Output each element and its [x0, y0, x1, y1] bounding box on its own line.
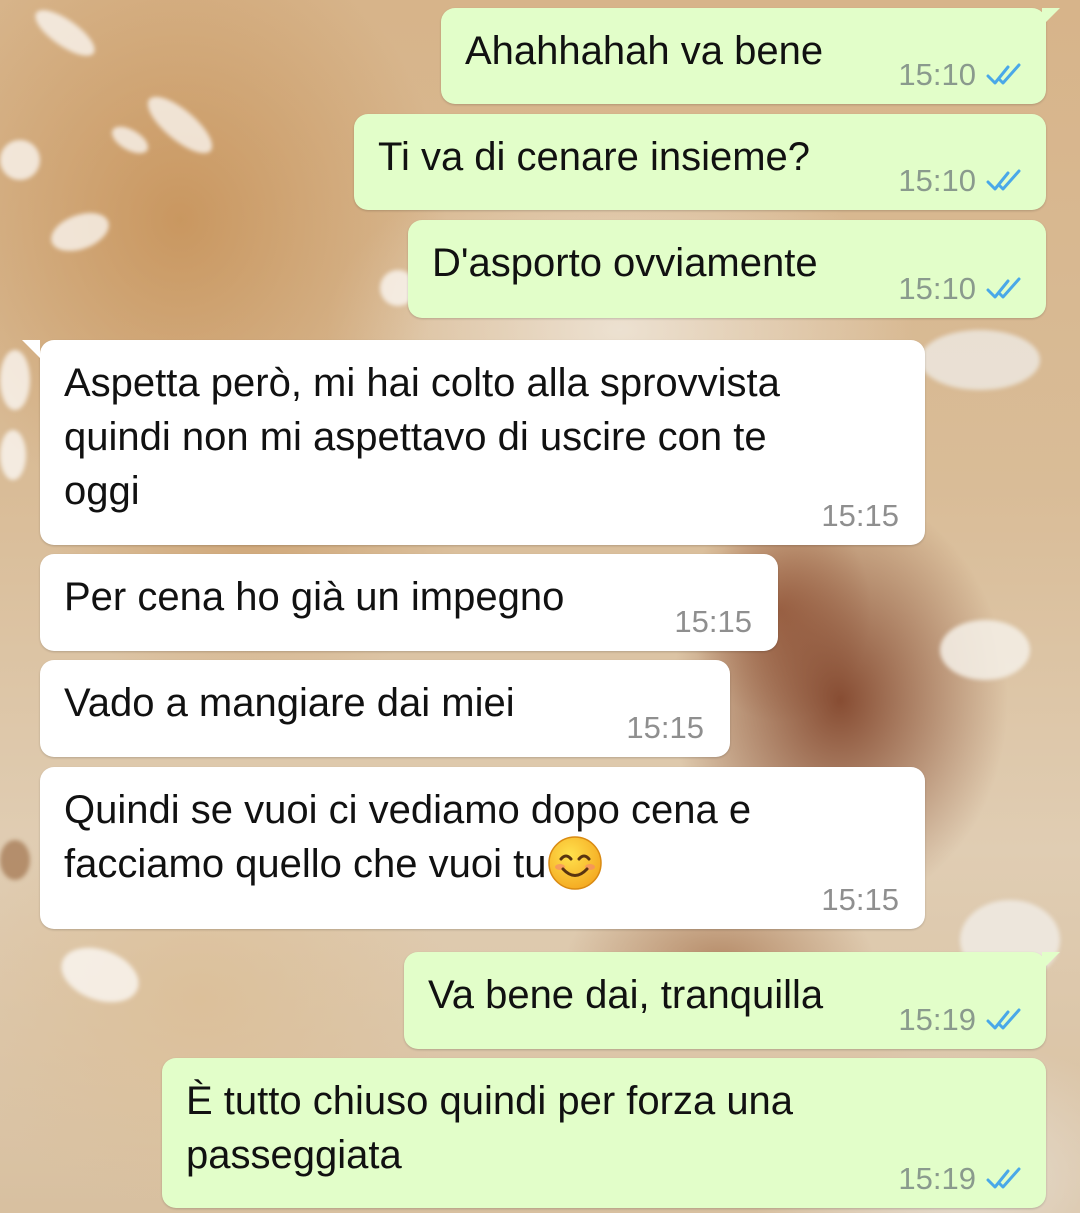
- message-time: 15:10: [898, 57, 976, 92]
- wallpaper-grain: [0, 840, 30, 880]
- message-meta: 15:15: [821, 499, 899, 533]
- double-check-read-icon: [986, 169, 1021, 191]
- message-text: Per cena ho già un impegno: [64, 575, 565, 619]
- wallpaper-grain: [940, 620, 1030, 680]
- message-text: Ti va di cenare insieme?: [378, 135, 811, 179]
- message-text: Aspetta però, mi hai colto alla sprovvis…: [64, 361, 780, 513]
- message-time: 15:15: [821, 498, 899, 533]
- message-bubble-incoming[interactable]: Quindi se vuoi ci vediamo dopo cena e fa…: [40, 767, 925, 929]
- wallpaper-grain: [45, 205, 115, 259]
- wallpaper-grain: [139, 87, 221, 163]
- double-check-read-icon: [986, 277, 1021, 299]
- message-bubble-outgoing[interactable]: D'asporto ovviamente 15:10: [408, 220, 1046, 318]
- message-bubble-outgoing[interactable]: Ahahhahah va bene 15:10: [441, 8, 1060, 104]
- message-meta: 15:10: [898, 272, 1024, 306]
- double-check-read-icon: [986, 1167, 1021, 1189]
- smiling-face-icon: [547, 836, 602, 891]
- wallpaper-grain: [28, 2, 102, 64]
- message-meta: 15:19: [898, 1162, 1024, 1196]
- message-text-content: Quindi se vuoi ci vediamo dopo cena e fa…: [64, 788, 752, 886]
- message-time: 15:10: [898, 163, 976, 198]
- message-meta: 15:10: [898, 164, 1024, 198]
- message-bubble-outgoing[interactable]: È tutto chiuso quindi per forza una pass…: [162, 1058, 1046, 1208]
- message-text: È tutto chiuso quindi per forza una pass…: [186, 1079, 794, 1177]
- message-bubble-incoming[interactable]: Vado a mangiare dai miei 15:15: [40, 660, 730, 757]
- wallpaper-grain: [107, 121, 153, 159]
- message-bubble-outgoing[interactable]: Ti va di cenare insieme? 15:10: [354, 114, 1046, 210]
- message-time: 15:15: [626, 710, 704, 745]
- message-text: D'asporto ovviamente: [432, 241, 818, 285]
- message-meta: 15:15: [674, 605, 752, 639]
- message-text: Ahahhahah va bene: [465, 29, 824, 73]
- message-bubble-outgoing[interactable]: Va bene dai, tranquilla 15:19: [404, 952, 1060, 1049]
- message-text: Vado a mangiare dai miei: [64, 681, 515, 725]
- message-meta: 15:15: [626, 711, 704, 745]
- message-text: Va bene dai, tranquilla: [428, 973, 824, 1017]
- message-meta: 15:15: [821, 883, 899, 917]
- wallpaper-grain: [0, 140, 40, 180]
- message-meta: 15:10: [898, 58, 1024, 92]
- wallpaper-grain: [53, 937, 147, 1013]
- message-time: 15:15: [674, 604, 752, 639]
- message-time: 15:15: [821, 882, 899, 917]
- message-time: 15:19: [898, 1161, 976, 1196]
- message-time: 15:19: [898, 1002, 976, 1037]
- wallpaper-grain: [920, 330, 1040, 390]
- message-meta: 15:19: [898, 1003, 1024, 1037]
- message-text: Quindi se vuoi ci vediamo dopo cena e fa…: [64, 783, 751, 891]
- message-bubble-incoming[interactable]: Aspetta però, mi hai colto alla sprovvis…: [22, 340, 925, 545]
- message-time: 15:10: [898, 271, 976, 306]
- double-check-read-icon: [986, 1008, 1021, 1030]
- message-bubble-incoming[interactable]: Per cena ho già un impegno 15:15: [40, 554, 778, 651]
- wallpaper-grain: [0, 430, 26, 480]
- double-check-read-icon: [986, 63, 1021, 85]
- wallpaper-grain: [0, 350, 30, 410]
